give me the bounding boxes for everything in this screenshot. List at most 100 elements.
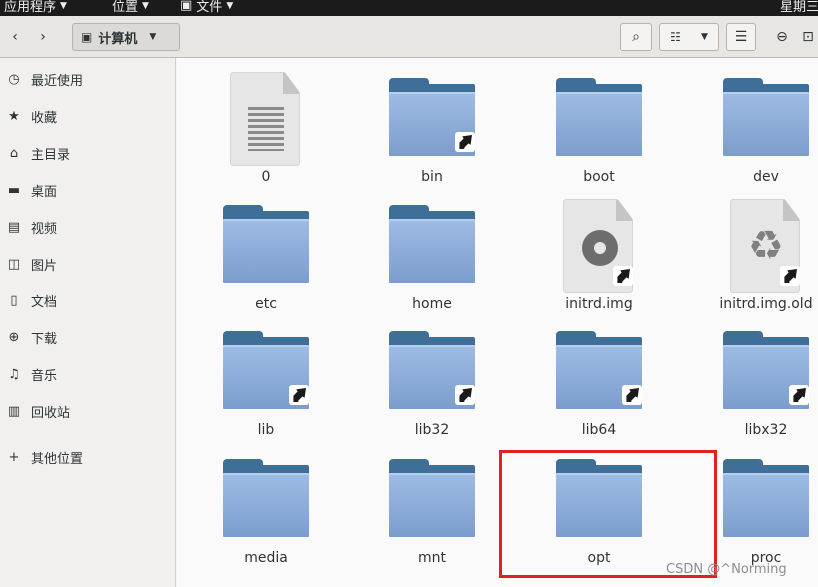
highlight-box (499, 450, 717, 578)
places-label: 位置 (112, 0, 139, 15)
folder-icon (556, 331, 642, 409)
file-item[interactable]: home (366, 191, 498, 312)
caret-down-icon: ▼ (60, 0, 67, 11)
list-view-icon: ☷ (670, 30, 681, 44)
file-name: etc (255, 296, 277, 312)
sidebar-item-pictures[interactable]: ◫ 图片 (6, 252, 57, 276)
files-app-icon: ▣ (180, 0, 193, 13)
desktop-icon: ▬ (7, 182, 21, 198)
clock-label: 星期三 (780, 0, 818, 15)
symlink-arrow-icon (289, 385, 309, 405)
sidebar-item-home[interactable]: ⌂ 主目录 (6, 141, 70, 165)
file-name: lib32 (414, 422, 450, 438)
home-icon: ⌂ (9, 145, 19, 161)
sidebar-item-label: 桌面 (31, 184, 58, 200)
file-item[interactable]: 0 (200, 64, 332, 185)
downloads-icon: ⊕ (8, 329, 20, 345)
pictures-icon: ◫ (7, 256, 21, 272)
chevron-down-icon: ▼ (701, 32, 708, 42)
forward-button[interactable]: › (30, 23, 56, 51)
watermark: CSDN @^Norming (666, 562, 787, 577)
symlink-arrow-icon (613, 266, 633, 286)
sidebar-item-documents[interactable]: ▯ 文档 (6, 288, 57, 312)
video-icon: ▤ (7, 219, 21, 235)
maximize-button[interactable]: ⊡ (798, 23, 818, 51)
sidebar-item-label: 回收站 (31, 405, 71, 421)
top-panel: 应用程序 ▼ 位置 ▼ ▣ 文件 ▼ 星期三 (0, 0, 818, 16)
file-item[interactable]: lib64 (533, 317, 665, 438)
applications-menu[interactable]: 应用程序 ▼ (4, 0, 67, 15)
search-button[interactable]: ⌕ (620, 23, 652, 51)
file-name: lib64 (581, 422, 617, 438)
recent-icon: ◷ (8, 71, 20, 87)
sidebar-item-label: 图片 (31, 258, 58, 274)
places-menu[interactable]: 位置 ▼ (112, 0, 149, 15)
search-icon: ⌕ (632, 29, 640, 45)
file-name: 0 (261, 169, 271, 185)
text-file-icon (230, 72, 300, 166)
location-label: 计算机 (98, 31, 138, 47)
minimize-button[interactable]: ⊖ (772, 23, 792, 51)
star-icon: ★ (8, 108, 20, 124)
sidebar-item-label: 主目录 (31, 147, 71, 163)
folder-icon (389, 459, 475, 537)
file-item[interactable]: proc (700, 445, 818, 566)
sidebar-item-starred[interactable]: ★ 收藏 (6, 104, 57, 128)
documents-icon: ▯ (10, 292, 18, 308)
sidebar-item-label: 下载 (31, 331, 58, 347)
symlink-arrow-icon (780, 266, 800, 286)
sidebar-item-label: 收藏 (31, 110, 58, 126)
file-name: mnt (418, 550, 446, 566)
sidebar-item-label: 文档 (31, 294, 58, 310)
sidebar-item-desktop[interactable]: ▬ 桌面 (6, 178, 57, 202)
file-item[interactable]: media (200, 445, 332, 566)
symlink-arrow-icon (455, 132, 475, 152)
sidebar-item-other-locations[interactable]: + 其他位置 (6, 445, 83, 469)
caret-down-icon: ▼ (142, 0, 149, 11)
folder-icon (223, 459, 309, 537)
symlink-arrow-icon (622, 385, 642, 405)
sidebar-item-label: 最近使用 (31, 73, 84, 89)
sidebar-item-label: 音乐 (31, 368, 58, 384)
menu-button[interactable]: ☰ (726, 23, 756, 51)
sidebar-item-downloads[interactable]: ⊕ 下载 (6, 325, 57, 349)
file-item[interactable]: initrd.img (533, 191, 665, 312)
file-name: initrd.img (565, 296, 633, 312)
folder-icon (556, 78, 642, 156)
file-item[interactable]: bin (366, 64, 498, 185)
maximize-icon: ⊡ (802, 29, 814, 45)
file-item[interactable]: etc (200, 191, 332, 312)
file-item[interactable]: lib (200, 317, 332, 438)
file-item[interactable]: lib32 (366, 317, 498, 438)
file-item[interactable]: boot (533, 64, 665, 185)
caret-down-icon: ▼ (226, 0, 234, 11)
file-item[interactable]: mnt (366, 445, 498, 566)
files-menu[interactable]: ▣ 文件 ▼ (180, 0, 233, 15)
file-name: lib (257, 422, 275, 438)
file-item[interactable]: dev (700, 64, 818, 185)
file-name: initrd.img.old (719, 296, 813, 312)
folder-icon (723, 78, 809, 156)
sidebar: ◷ 最近使用 ★ 收藏 ⌂ 主目录 ▬ 桌面 ▤ 视频 ◫ 图片 ▯ 文档 ⊕ 下载 ♫ 音乐 ▥… (0, 58, 176, 587)
sidebar-item-music[interactable]: ♫ 音乐 (6, 362, 57, 386)
sidebar-item-label: 其他位置 (31, 451, 84, 467)
clock[interactable]: 星期三 (780, 0, 818, 15)
folder-icon (389, 78, 475, 156)
file-name: dev (753, 169, 779, 185)
folder-icon (389, 331, 475, 409)
file-name: bin (421, 169, 443, 185)
sidebar-item-recent[interactable]: ◷ 最近使用 (6, 67, 83, 91)
folder-icon (223, 331, 309, 409)
sidebar-item-trash[interactable]: ▥ 回收站 (6, 399, 70, 423)
sidebar-item-videos[interactable]: ▤ 视频 (6, 215, 57, 239)
location-button[interactable]: ▣ 计算机 ▼ (72, 23, 180, 51)
view-button[interactable]: ☷ ▼ (659, 23, 719, 51)
file-item[interactable]: ♻ initrd.img.old (700, 191, 818, 312)
file-item[interactable]: libx32 (700, 317, 818, 438)
chevron-down-icon: ▼ (149, 32, 157, 42)
file-name: media (244, 550, 288, 566)
chevron-right-icon: › (40, 29, 46, 45)
back-button[interactable]: ‹ (0, 23, 30, 51)
chevron-left-icon: ‹ (12, 29, 18, 45)
file-grid: 0 bin boot dev etc home initrd.img ♻ ini… (177, 58, 818, 587)
